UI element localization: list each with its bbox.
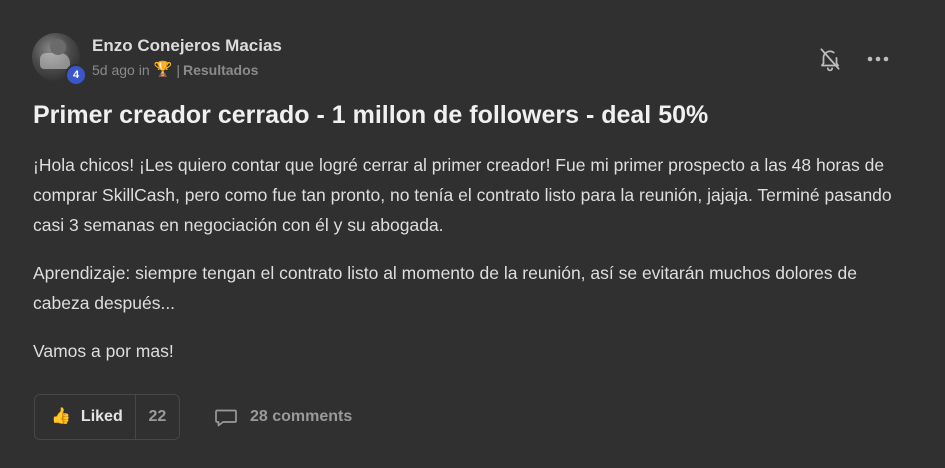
comment-icon bbox=[215, 409, 237, 427]
meta-separator: | bbox=[176, 62, 180, 78]
trophy-icon: 🏆 bbox=[153, 61, 173, 78]
post-paragraph: Aprendizaje: siempre tengan el contrato … bbox=[33, 263, 857, 313]
more-horizontal-icon[interactable] bbox=[864, 48, 892, 70]
bell-off-icon[interactable] bbox=[817, 46, 843, 72]
post-card: 4 Enzo Conejeros Macias 5d ago in 🏆 | Re… bbox=[0, 0, 945, 468]
post-title: Primer creador cerrado - 1 millon de fol… bbox=[33, 101, 709, 129]
post-paragraph: ¡Hola chicos! ¡Les quiero contar que log… bbox=[33, 155, 892, 235]
post-meta: 5d ago in 🏆 | Resultados bbox=[92, 62, 258, 78]
post-body: ¡Hola chicos! ¡Les quiero contar que log… bbox=[33, 150, 913, 384]
author-name[interactable]: Enzo Conejeros Macias bbox=[92, 36, 282, 56]
like-label: Liked bbox=[80, 408, 123, 425]
like-count[interactable]: 22 bbox=[136, 408, 179, 426]
like-button[interactable]: 👍 Liked bbox=[35, 395, 136, 439]
post-time: 5d ago bbox=[92, 62, 135, 78]
like-control: 👍 Liked 22 bbox=[34, 394, 180, 440]
thumbs-up-icon: 👍 bbox=[51, 408, 71, 425]
post-in-label: in bbox=[138, 62, 150, 78]
author-avatar-group[interactable]: 4 bbox=[32, 33, 87, 86]
category-link[interactable]: Resultados bbox=[183, 62, 258, 78]
post-paragraph: Vamos a por mas! bbox=[33, 341, 174, 361]
level-badge: 4 bbox=[65, 64, 87, 86]
comments-count-label: 28 comments bbox=[250, 408, 353, 425]
comments-button[interactable]: 28 comments bbox=[214, 406, 352, 428]
